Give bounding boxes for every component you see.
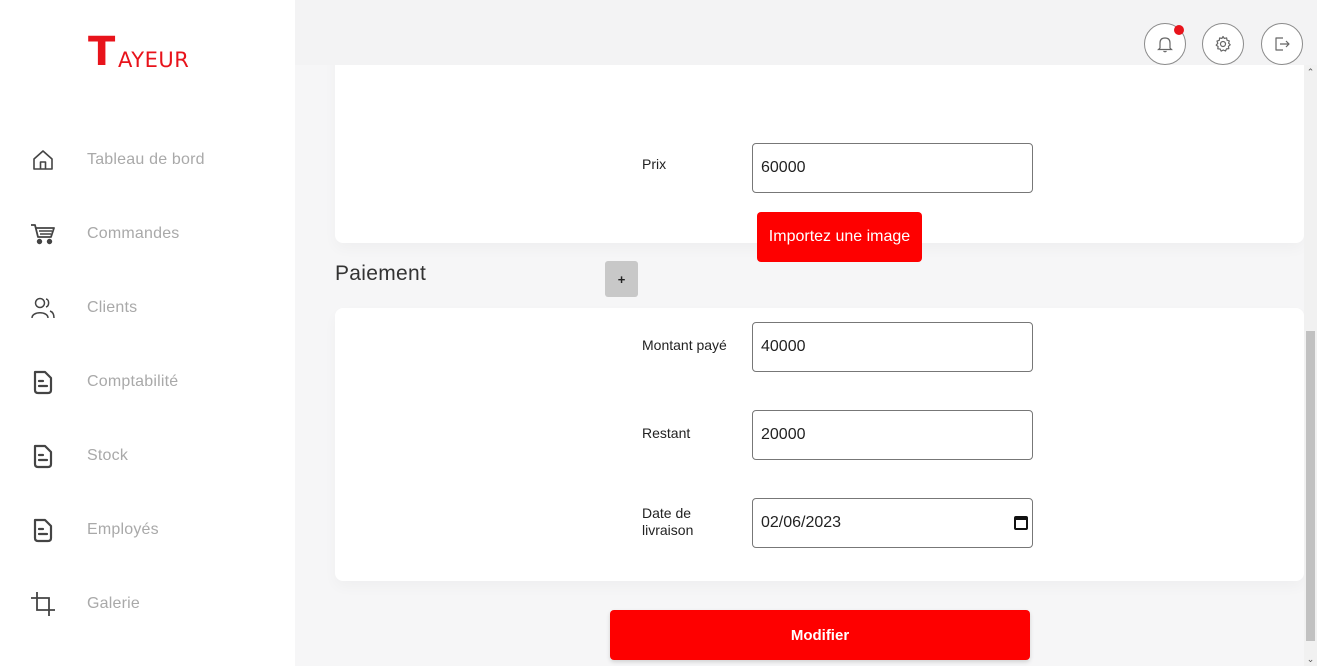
cart-icon — [30, 221, 56, 247]
logout-icon — [1275, 37, 1290, 51]
order-details-card: Prix 60000 Importez une image + — [335, 65, 1304, 297]
calendar-icon[interactable] — [1014, 516, 1028, 530]
settings-button[interactable] — [1202, 23, 1244, 65]
document-icon — [30, 369, 56, 395]
sidebar-item-clients[interactable]: Clients — [0, 286, 295, 330]
scroll-down-icon[interactable]: ⌄ — [1304, 652, 1317, 666]
amount-paid-label: Montant payé — [642, 337, 727, 353]
logout-button[interactable] — [1261, 23, 1303, 65]
sidebar-item-label: Tableau de bord — [87, 151, 205, 168]
add-button[interactable]: + — [605, 261, 638, 297]
main-content: Prix 60000 Importez une image + Paiement… — [315, 65, 1304, 666]
sidebar-item-tableau-de-bord[interactable]: Tableau de bord — [0, 138, 295, 182]
sidebar-item-label: Clients — [87, 299, 138, 316]
import-image-button[interactable]: Importez une image — [757, 212, 922, 262]
amount-paid-input[interactable]: 40000 — [752, 322, 1033, 372]
remaining-input[interactable]: 20000 — [752, 410, 1033, 460]
sidebar-item-label: Employés — [87, 521, 159, 538]
app-logo[interactable]: T AYEUR — [88, 30, 208, 74]
delivery-date-label: Date de livraison — [642, 505, 694, 538]
sidebar-item-commandes[interactable]: Commandes — [0, 212, 295, 256]
sidebar-item-label: Comptabilité — [87, 373, 179, 390]
notification-dot — [1174, 25, 1184, 35]
section-title-payment: Paiement — [335, 262, 427, 285]
top-bar — [295, 0, 1317, 65]
sidebar-item-label: Galerie — [87, 595, 140, 612]
sidebar-item-galerie[interactable]: Galerie — [0, 582, 295, 626]
users-icon — [30, 295, 56, 321]
sidebar-item-employes[interactable]: Employés — [0, 508, 295, 552]
home-icon — [30, 147, 56, 173]
scrollbar[interactable]: ⌃ ⌄ — [1304, 65, 1317, 666]
price-input[interactable]: 60000 — [752, 143, 1033, 193]
logo-initial: T — [88, 29, 116, 75]
bell-icon — [1157, 37, 1173, 53]
submit-button[interactable]: Modifier — [610, 610, 1030, 660]
sidebar-item-stock[interactable]: Stock — [0, 434, 295, 478]
sidebar-item-comptabilite[interactable]: Comptabilité — [0, 360, 295, 404]
document-icon — [30, 443, 56, 469]
price-label: Prix — [642, 156, 667, 172]
notifications-button[interactable] — [1144, 23, 1186, 65]
gear-icon — [1215, 35, 1231, 52]
delivery-date-value: 02/06/2023 — [761, 514, 842, 531]
crop-icon — [30, 591, 56, 617]
sidebar-item-label: Stock — [87, 447, 129, 464]
scroll-up-icon[interactable]: ⌃ — [1304, 65, 1317, 79]
delivery-date-input[interactable]: 02/06/2023 — [752, 498, 1033, 548]
sidebar-item-label: Commandes — [87, 225, 180, 242]
sidebar: T AYEUR Tableau de bord Commandes Client… — [0, 0, 295, 666]
payment-card: Montant payé 40000 Restant 20000 Date de… — [335, 308, 1304, 581]
remaining-label: Restant — [642, 425, 691, 441]
document-icon — [30, 517, 56, 543]
scroll-thumb[interactable] — [1306, 331, 1315, 641]
logo-text: AYEUR — [118, 48, 190, 72]
